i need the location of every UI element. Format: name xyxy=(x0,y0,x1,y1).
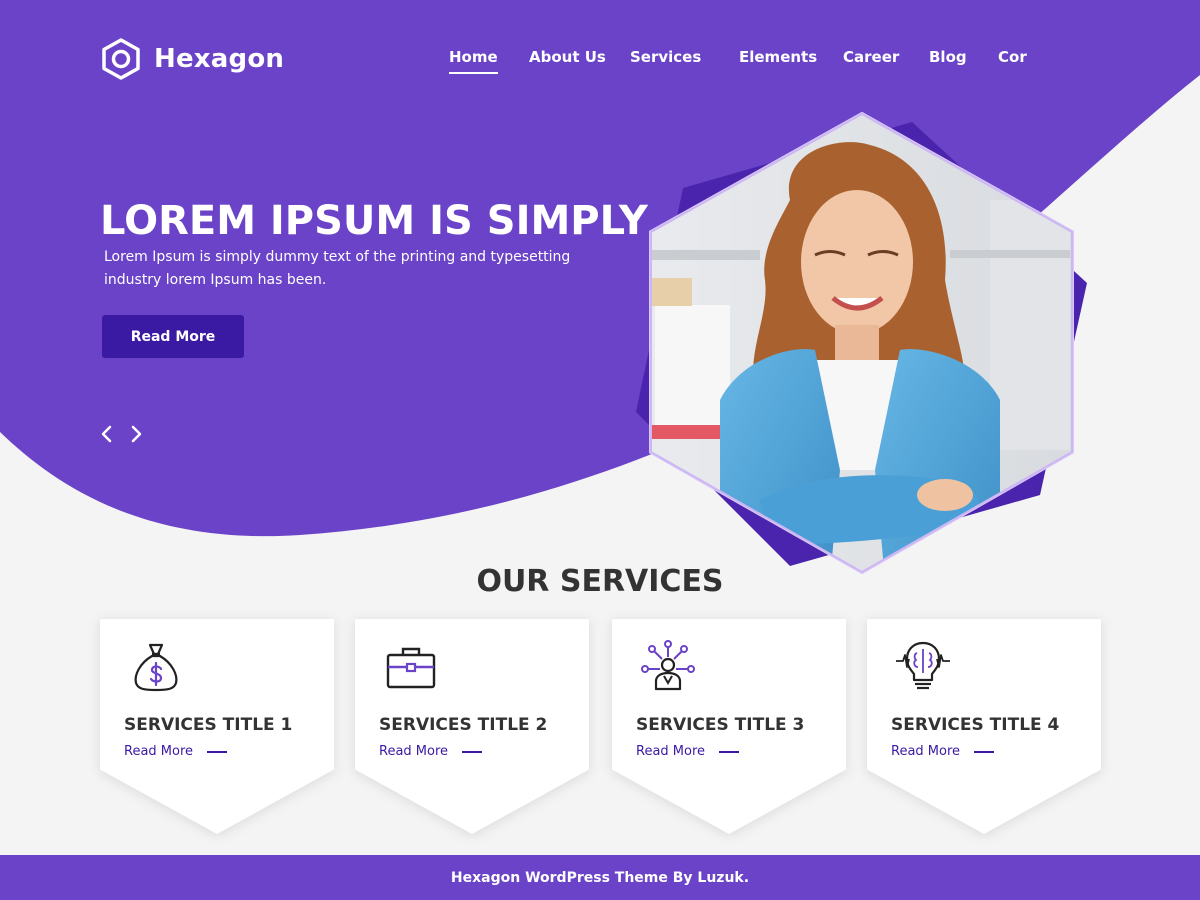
dash-line xyxy=(974,750,995,753)
service-read-more-label: Read More xyxy=(891,744,961,759)
hero-title: LOREM IPSUM IS SIMPLY xyxy=(100,198,648,244)
service-read-more-label: Read More xyxy=(124,744,194,759)
footer-credit: Hexagon WordPress Theme By Luzuk. xyxy=(450,869,750,886)
nav-item-home[interactable]: Home xyxy=(449,48,498,74)
nav-item-blog[interactable]: Blog xyxy=(929,48,967,66)
main-nav: Home About Us Services Elements Career B… xyxy=(0,48,1200,78)
chevron-left-icon[interactable] xyxy=(98,424,116,444)
service-read-more-label: Read More xyxy=(636,744,706,759)
nav-item-elements[interactable]: Elements xyxy=(739,48,817,66)
service-card-2[interactable]: SERVICES TITLE 2 Read More xyxy=(355,619,589,834)
service-title: SERVICES TITLE 2 xyxy=(379,715,548,735)
dash-line xyxy=(719,750,740,753)
service-card-3[interactable]: SERVICES TITLE 3 Read More xyxy=(612,619,846,834)
service-card-1[interactable]: SERVICES TITLE 1 Read More xyxy=(100,619,334,834)
briefcase-icon xyxy=(386,647,436,689)
service-read-more-link[interactable]: Read More xyxy=(636,744,740,759)
dash-line xyxy=(462,750,483,753)
service-card-4[interactable]: SERVICES TITLE 4 Read More xyxy=(867,619,1101,834)
nav-item-contact[interactable]: Cor xyxy=(998,48,1027,66)
service-read-more-label: Read More xyxy=(379,744,449,759)
service-read-more-link[interactable]: Read More xyxy=(891,744,995,759)
service-title: SERVICES TITLE 4 xyxy=(891,715,1060,735)
money-bag-icon xyxy=(134,643,178,692)
site-footer: Hexagon WordPress Theme By Luzuk. xyxy=(0,855,1200,900)
service-title: SERVICES TITLE 3 xyxy=(636,715,805,735)
chevron-right-icon[interactable] xyxy=(127,424,145,444)
hero-read-more-button[interactable]: Read More xyxy=(102,315,244,358)
nav-item-career[interactable]: Career xyxy=(843,48,899,66)
service-title: SERVICES TITLE 1 xyxy=(124,715,293,735)
service-read-more-link[interactable]: Read More xyxy=(124,744,228,759)
hero-description: Lorem Ipsum is simply dummy text of the … xyxy=(104,249,571,288)
nav-item-about-us[interactable]: About Us xyxy=(529,48,606,66)
service-read-more-link[interactable]: Read More xyxy=(379,744,483,759)
lightbulb-brain-icon xyxy=(896,641,950,690)
nav-item-services[interactable]: Services xyxy=(630,48,701,66)
services-section-title: OUR SERVICES xyxy=(476,564,724,599)
dash-line xyxy=(207,750,228,753)
network-person-icon xyxy=(641,640,695,691)
